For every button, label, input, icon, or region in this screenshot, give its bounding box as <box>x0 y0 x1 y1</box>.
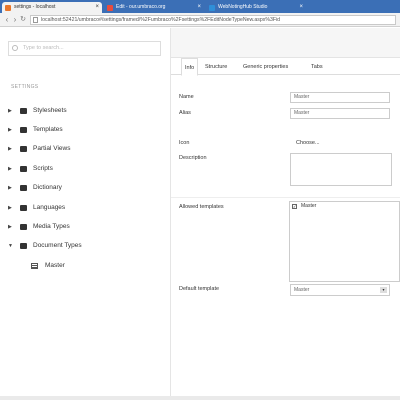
caret-right-icon[interactable]: ▶ <box>8 124 12 136</box>
folder-icon <box>20 224 27 230</box>
search-icon <box>12 45 18 51</box>
alias-field[interactable]: Master <box>290 108 390 119</box>
tree-item-languages[interactable]: ▶ Languages <box>8 202 168 214</box>
close-icon[interactable]: × <box>299 2 303 13</box>
browser-tab-edit[interactable]: Edit - our.umbraco.org × <box>104 2 204 13</box>
name-field[interactable]: Master <box>290 92 390 103</box>
url-text: localhost:52421/umbraco#/settings/framed… <box>41 17 281 23</box>
back-arrow-icon[interactable]: ‹ <box>3 15 11 25</box>
icon-choose-link[interactable]: Choose... <box>296 140 320 146</box>
allowed-template-label: Master <box>301 203 317 209</box>
tree-item-label: Document Types <box>33 242 82 249</box>
caret-right-icon[interactable]: ▶ <box>8 143 12 155</box>
editor-header <box>171 28 400 58</box>
browser-tab-webhub[interactable]: WebNotingHub Studio × <box>206 2 306 13</box>
tree-item-scripts[interactable]: ▶ Scripts <box>8 163 168 175</box>
document-type-icon <box>31 263 38 269</box>
tree-item-document-types[interactable]: ▼ Document Types <box>8 240 168 252</box>
browser-tab-label: settings - localhost <box>14 4 56 10</box>
close-icon[interactable]: × <box>95 2 99 13</box>
folder-icon <box>20 243 27 249</box>
tree-item-label: Languages <box>33 204 66 211</box>
tree-item-partial-views[interactable]: ▶ Partial Views <box>8 143 168 155</box>
browser-tab-label: Edit - our.umbraco.org <box>116 4 166 10</box>
folder-icon <box>20 146 27 152</box>
tree-item-media-types[interactable]: ▶ Media Types <box>8 221 168 233</box>
section-title: SETTINGS <box>11 84 39 90</box>
tree-item-label: Dictionary <box>33 184 62 191</box>
browser-tab-bar: settings - localhost × Edit - our.umbrac… <box>0 0 400 13</box>
chevron-down-icon: ▾ <box>380 287 387 293</box>
umbraco-favicon-icon <box>5 5 11 11</box>
tree-item-stylesheets[interactable]: ▶ Stylesheets <box>8 105 168 117</box>
tree-item-dictionary[interactable]: ▶ Dictionary <box>8 182 168 194</box>
search-placeholder: Type to search... <box>23 45 64 51</box>
folder-icon <box>20 205 27 211</box>
tab-structure[interactable]: Structure <box>202 58 230 76</box>
default-template-label: Default template <box>179 286 220 292</box>
tab-generic-properties[interactable]: Generic properties <box>240 58 291 76</box>
page-icon <box>33 17 38 23</box>
caret-right-icon[interactable]: ▶ <box>8 163 12 175</box>
bottom-bar <box>0 396 400 400</box>
caret-right-icon[interactable]: ▶ <box>8 182 12 194</box>
tree-item-label: Partial Views <box>33 145 71 152</box>
address-bar: ‹ › ↻ localhost:52421/umbraco#/settings/… <box>0 13 400 27</box>
browser-tab-label: WebNotingHub Studio <box>218 4 268 10</box>
tree-item-templates[interactable]: ▶ Templates <box>8 124 168 136</box>
reload-icon[interactable]: ↻ <box>19 15 27 25</box>
caret-right-icon[interactable]: ▶ <box>8 202 12 214</box>
search-input[interactable]: Type to search... <box>8 41 161 56</box>
close-icon[interactable]: × <box>197 2 201 13</box>
browser-tab-settings[interactable]: settings - localhost × <box>2 2 102 13</box>
allowed-templates-list <box>289 201 400 282</box>
folder-icon <box>20 108 27 114</box>
description-textarea[interactable] <box>290 153 392 186</box>
icon-label: Icon <box>179 140 190 146</box>
alias-label: Alias <box>179 110 191 116</box>
caret-right-icon[interactable]: ▶ <box>8 221 12 233</box>
forward-arrow-icon[interactable]: › <box>11 15 19 25</box>
default-template-value: Master <box>294 287 310 293</box>
caret-down-icon[interactable]: ▼ <box>8 240 13 252</box>
description-label: Description <box>179 155 207 161</box>
umbraco-favicon-icon <box>107 5 113 11</box>
site-favicon-icon <box>209 5 215 11</box>
tree-item-master[interactable]: Master <box>31 260 191 272</box>
caret-right-icon[interactable]: ▶ <box>8 105 12 117</box>
tree-item-label: Templates <box>33 126 63 133</box>
folder-icon <box>20 185 27 191</box>
allowed-template-checkbox[interactable]: ✓ <box>292 204 297 209</box>
folder-icon <box>20 127 27 133</box>
url-input[interactable]: localhost:52421/umbraco#/settings/framed… <box>30 15 396 25</box>
tab-tabs[interactable]: Tabs <box>308 58 326 76</box>
tree-item-label: Scripts <box>33 165 53 172</box>
name-label: Name <box>179 94 194 100</box>
tab-info[interactable]: Info <box>181 58 199 76</box>
tree-item-label: Media Types <box>33 223 70 230</box>
folder-icon <box>20 166 27 172</box>
divider <box>171 197 400 198</box>
allowed-templates-label: Allowed templates <box>179 204 224 210</box>
tree-item-label: Master <box>45 262 65 269</box>
default-template-select[interactable]: Master ▾ <box>290 284 390 296</box>
tree-item-label: Stylesheets <box>33 107 67 114</box>
